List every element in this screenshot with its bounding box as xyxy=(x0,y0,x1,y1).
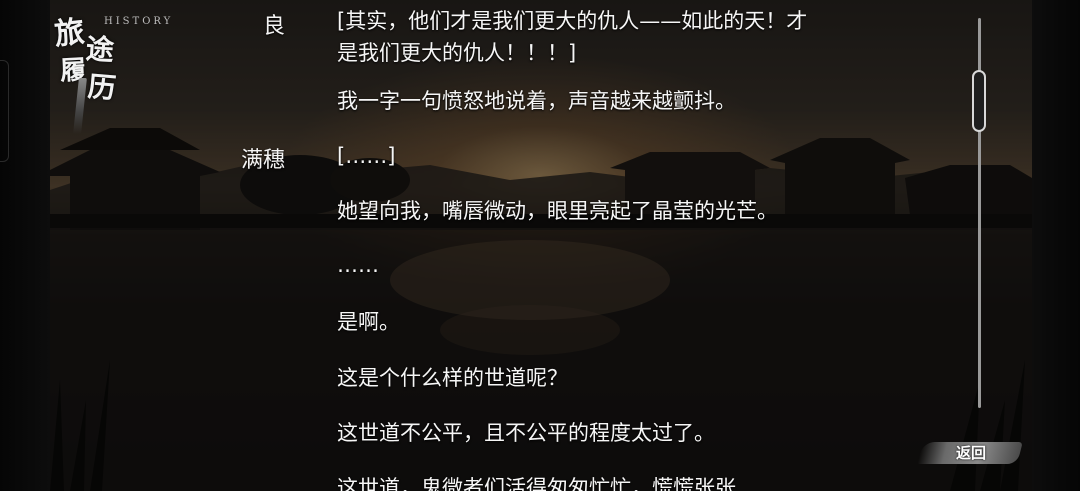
speaker-name: 满穗 xyxy=(240,148,285,173)
history-log[interactable]: 良 [其实，他们才是我们更大的仇人——如此的天！才 是我们更大的仇人！！！] 我… xyxy=(0,0,1080,491)
dialogue-line: [……] xyxy=(337,144,396,168)
narration-line: 我一字一句愤怒地说着，声音越来越颤抖。 xyxy=(337,89,736,113)
history-screen: 旅 途 履 历 HISTORY 良 [其实，他们才是我们更大的仇人——如此的天！… xyxy=(0,0,1080,491)
back-button[interactable]: 返回 xyxy=(917,436,1023,470)
narration-line: 这是个什么样的世道呢？ xyxy=(337,366,568,390)
narration-line: 是啊。 xyxy=(337,310,400,334)
narration-line: 这世道，鬼微者们活得匆匆忙忙，慌慌张张 xyxy=(337,476,736,491)
narration-line: 这世道不公平，且不公平的程度太过了。 xyxy=(337,421,715,445)
scrollbar-thumb[interactable] xyxy=(972,70,986,132)
speaker-name: 良 xyxy=(262,14,285,39)
back-button-label: 返回 xyxy=(956,444,987,462)
dialogue-line: 是我们更大的仇人！！！] xyxy=(337,41,577,65)
narration-line: 她望向我，嘴唇微动，眼里亮起了晶莹的光芒。 xyxy=(337,199,778,223)
dialogue-line: [其实，他们才是我们更大的仇人——如此的天！才 xyxy=(337,9,808,33)
narration-line: …… xyxy=(337,253,379,277)
